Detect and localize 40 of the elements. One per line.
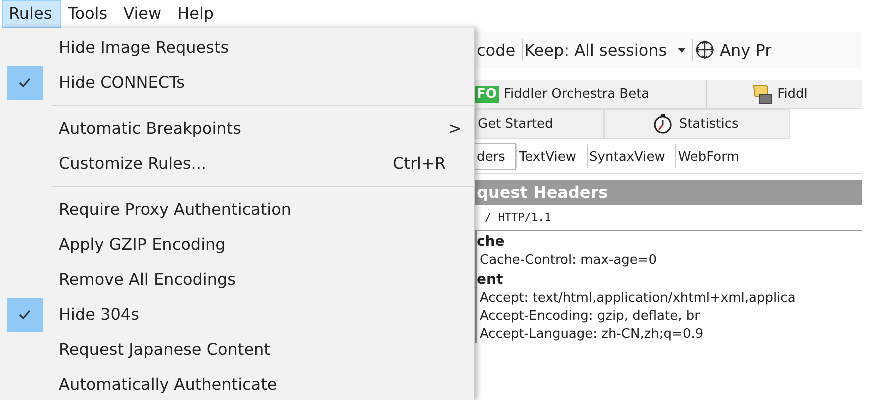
header-line: Cache-Control: max-age=0 xyxy=(479,252,658,269)
script-icon xyxy=(750,83,773,105)
inspector-tab[interactable]: SyntaxView xyxy=(588,144,676,168)
menu-item[interactable]: Request Japanese Content xyxy=(0,332,474,367)
menu-item[interactable]: Hide CONNECTs xyxy=(0,65,474,100)
menu-item[interactable]: Customize Rules... Ctrl+R xyxy=(0,146,474,181)
section-header: quest Headers xyxy=(475,180,862,205)
tab[interactable]: Get Started xyxy=(475,109,604,139)
menu-item[interactable]: Hide Image Requests xyxy=(0,30,474,65)
menu-item[interactable]: Require Proxy Authentication xyxy=(0,192,474,227)
keep-dropdown[interactable]: Keep: All sessions xyxy=(522,40,692,60)
menu-bar-item[interactable]: Tools xyxy=(61,0,117,28)
toolbar-button[interactable]: code xyxy=(475,40,522,60)
tab[interactable]: FO Fiddler Orchestra Beta xyxy=(475,80,707,108)
inspector-tab[interactable]: WebForm xyxy=(676,144,750,168)
header-group[interactable]: che xyxy=(477,231,862,251)
badge: FO xyxy=(475,86,499,102)
caret-icon xyxy=(678,48,686,52)
check-icon xyxy=(7,298,43,332)
menu-bar-item[interactable]: Help xyxy=(170,0,224,28)
menu-bar-item[interactable]: View xyxy=(116,0,171,28)
header-group[interactable]: ent xyxy=(477,269,862,289)
tab[interactable]: Fiddl xyxy=(706,80,862,108)
process-filter-button[interactable]: Any Pr xyxy=(693,40,778,60)
request-line: / HTTP/1.1 xyxy=(475,205,862,231)
header-line: Accept: text/html,application/xhtml+xml,applica xyxy=(479,290,797,307)
check-icon xyxy=(7,66,43,100)
menu-item[interactable]: Remove All Encodings xyxy=(0,262,474,297)
menu-item[interactable]: Hide 304s xyxy=(0,297,474,332)
tab[interactable]: Statistics xyxy=(604,109,790,139)
crosshair-icon xyxy=(695,40,716,60)
menu-item[interactable]: Apply GZIP Encoding xyxy=(0,227,474,262)
inspector-tab[interactable]: TextView xyxy=(517,144,587,168)
header-line: Accept-Encoding: gzip, deflate, br xyxy=(479,308,701,325)
header-line: Accept-Language: zh-CN,zh;q=0.9 xyxy=(479,326,705,343)
menu-item[interactable]: Automatic Breakpoints > xyxy=(0,111,474,146)
menu-bar-item[interactable]: Rules xyxy=(2,0,62,28)
menu-item[interactable]: Automatically Authenticate xyxy=(0,367,474,400)
stopwatch-icon xyxy=(653,113,674,135)
inspector-tab[interactable]: ders xyxy=(475,142,516,170)
